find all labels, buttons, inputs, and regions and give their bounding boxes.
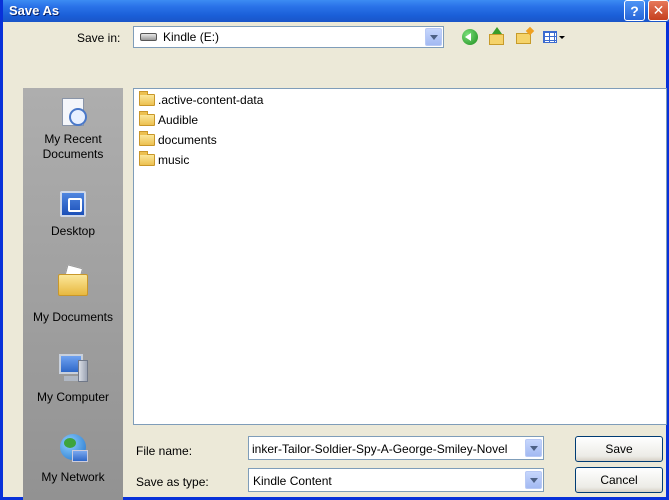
my-network-icon	[56, 432, 90, 466]
folder-icon	[139, 91, 155, 106]
place-desktop[interactable]: Desktop	[23, 188, 123, 239]
place-label: Documents	[42, 147, 104, 161]
file-name-label: File name:	[136, 444, 193, 458]
place-my-documents[interactable]: My Documents	[23, 264, 123, 325]
file-name-input[interactable]: inker-Tailor-Soldier-Spy-A-George-Smiley…	[248, 436, 544, 460]
folder-icon	[139, 111, 155, 126]
place-label: My Network	[41, 470, 105, 484]
place-my-network[interactable]: My Network	[23, 432, 123, 485]
list-item[interactable]: documents	[139, 131, 217, 148]
folder-icon	[139, 151, 155, 166]
save-in-value: Kindle (E:)	[163, 30, 220, 44]
close-button[interactable]: ✕	[648, 0, 669, 21]
place-label: My Computer	[36, 390, 110, 404]
title-bar[interactable]: Save As ? ✕	[3, 0, 669, 22]
cancel-button[interactable]: Cancel	[575, 467, 663, 493]
views-menu-icon[interactable]	[542, 27, 566, 47]
list-item[interactable]: music	[139, 151, 190, 168]
drive-icon	[140, 33, 157, 41]
place-label: Desktop	[50, 224, 96, 238]
desktop-icon	[56, 188, 90, 222]
save-button[interactable]: Save	[575, 436, 663, 462]
file-name: .active-content-data	[158, 93, 264, 107]
file-name: music	[158, 153, 190, 167]
my-computer-icon	[56, 352, 90, 386]
chevron-down-icon[interactable]	[525, 471, 542, 489]
up-one-level-icon[interactable]	[487, 27, 507, 47]
place-my-computer[interactable]: My Computer	[23, 352, 123, 405]
place-label: My Documents	[32, 310, 114, 324]
place-label: My Recent	[44, 132, 102, 146]
new-folder-icon[interactable]	[514, 26, 535, 47]
file-name-value: inker-Tailor-Soldier-Spy-A-George-Smiley…	[252, 442, 508, 456]
save-as-dialog: Save As ? ✕ Save in: Kindle (E:) My Rece…	[0, 0, 669, 500]
file-name: documents	[158, 133, 217, 147]
list-item[interactable]: .active-content-data	[139, 91, 264, 108]
save-in-label: Save in:	[77, 31, 121, 45]
help-button[interactable]: ?	[624, 0, 645, 21]
save-in-dropdown[interactable]: Kindle (E:)	[133, 26, 444, 48]
folder-icon	[139, 131, 155, 146]
chevron-down-icon[interactable]	[425, 28, 442, 46]
list-item[interactable]: Audible	[139, 111, 199, 128]
dialog-title: Save As	[9, 3, 60, 18]
back-icon[interactable]	[460, 27, 480, 47]
my-documents-icon	[56, 264, 90, 298]
file-list[interactable]: .active-content-data Audible documents m…	[133, 88, 667, 425]
recent-documents-icon	[56, 96, 90, 130]
save-as-type-label: Save as type:	[136, 475, 209, 489]
file-name: Audible	[158, 113, 199, 127]
save-as-type-value: Kindle Content	[253, 474, 332, 488]
save-as-type-select[interactable]: Kindle Content	[248, 468, 544, 492]
chevron-down-icon[interactable]	[525, 439, 542, 457]
place-my-recent-documents[interactable]: My Recent Documents	[23, 96, 123, 162]
places-bar: My Recent Documents Desktop My Documents…	[23, 88, 123, 500]
